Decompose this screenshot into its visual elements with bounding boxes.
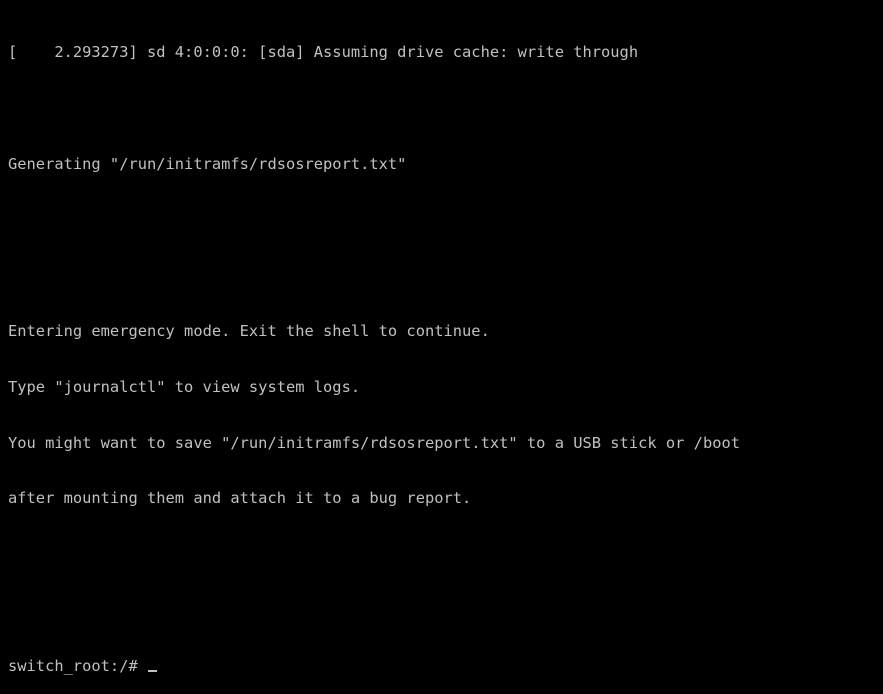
journalctl-hint-line: Type "journalctl" to view system logs. xyxy=(8,377,361,396)
emergency-mode-line: Entering emergency mode. Exit the shell … xyxy=(8,322,490,341)
text-cursor xyxy=(147,669,157,672)
kernel-log-line: [ 2.293273] sd 4:0:0:0: [sda] Assuming d… xyxy=(8,43,639,62)
shell-prompt: switch_root:/# xyxy=(8,656,138,675)
emergency-shell-console[interactable]: [ 2.293273] sd 4:0:0:0: [sda] Assuming d… xyxy=(8,6,876,675)
save-report-hint-line: You might want to save "/run/initramfs/r… xyxy=(8,433,741,452)
generating-report-line: Generating "/run/initramfs/rdsosreport.t… xyxy=(8,154,407,173)
attach-report-hint-line: after mounting them and attach it to a b… xyxy=(8,489,472,508)
shell-prompt-line[interactable]: switch_root:/# xyxy=(8,657,876,676)
